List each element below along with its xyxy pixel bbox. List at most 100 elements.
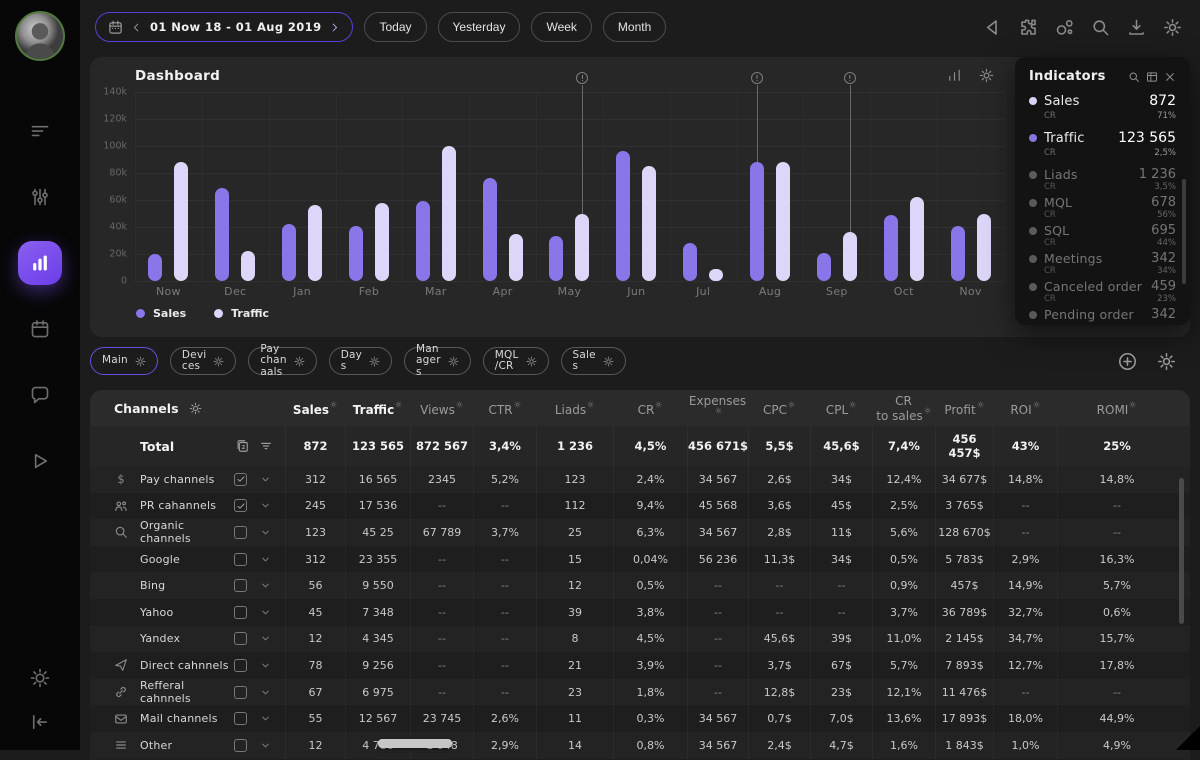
filter-chip-sales[interactable]: Sale s bbox=[561, 347, 626, 375]
chart-icon[interactable] bbox=[947, 68, 962, 83]
chevron-down-icon[interactable] bbox=[260, 633, 271, 644]
chevron-left-icon[interactable] bbox=[131, 22, 142, 33]
table-row[interactable]: PR cahannels24517 536----1129,4%45 5683,… bbox=[90, 493, 1190, 520]
bar-sales-mar[interactable] bbox=[416, 201, 430, 281]
filter-chip-devices[interactable]: Devi ces bbox=[170, 347, 236, 375]
yesterday-button[interactable]: Yesterday bbox=[438, 12, 521, 42]
close-icon[interactable] bbox=[1164, 71, 1176, 83]
column-header-sales[interactable]: Sales bbox=[285, 401, 345, 416]
gear-icon[interactable] bbox=[456, 401, 463, 408]
calendar-icon[interactable] bbox=[18, 307, 62, 351]
bar-traffic-oct[interactable] bbox=[910, 197, 924, 281]
copy-2-icon[interactable]: 2 bbox=[235, 439, 249, 453]
gear-icon[interactable] bbox=[924, 407, 931, 414]
row-checkbox[interactable] bbox=[234, 553, 247, 566]
gear-icon[interactable] bbox=[587, 401, 594, 408]
bar-traffic-dec[interactable] bbox=[241, 251, 255, 281]
column-header-cr-to-sales[interactable]: CRto sales bbox=[872, 395, 935, 422]
search-icon[interactable] bbox=[1091, 18, 1110, 37]
annotation-marker[interactable]: ! bbox=[850, 85, 851, 232]
table-row[interactable]: Yandex124 345----84,5%--45,6$39$11,0%2 1… bbox=[90, 626, 1190, 653]
gear-icon[interactable] bbox=[369, 356, 380, 367]
bar-traffic-jun[interactable] bbox=[642, 166, 656, 281]
bar-traffic-may[interactable] bbox=[575, 214, 589, 282]
grid-icon[interactable] bbox=[1146, 71, 1158, 83]
column-header-liads[interactable]: Liads bbox=[536, 401, 613, 416]
table-vertical-scrollbar[interactable] bbox=[1179, 478, 1184, 624]
bar-sales-oct[interactable] bbox=[884, 215, 898, 281]
table-row[interactable]: Google31223 355----150,04%56 23611,3$34$… bbox=[90, 546, 1190, 573]
indicator-item[interactable]: Canceled order459CR23% bbox=[1029, 279, 1176, 304]
row-checkbox[interactable] bbox=[234, 606, 247, 619]
back-icon[interactable] bbox=[983, 18, 1002, 37]
chevron-down-icon[interactable] bbox=[260, 474, 271, 485]
indicators-scrollbar[interactable] bbox=[1182, 179, 1186, 284]
bar-sales-may[interactable] bbox=[549, 236, 563, 281]
annotation-marker[interactable]: ! bbox=[757, 85, 758, 162]
table-row[interactable]: Organic channels12345 2567 7893,7%256,3%… bbox=[90, 519, 1190, 546]
row-checkbox[interactable] bbox=[234, 579, 247, 592]
table-total-row[interactable]: Total 2 872123 565872 5673,4%1 2364,5%45… bbox=[90, 426, 1190, 466]
row-checkbox[interactable] bbox=[234, 499, 247, 512]
chevron-down-icon[interactable] bbox=[260, 687, 271, 698]
gear-icon[interactable] bbox=[189, 402, 202, 415]
filter-chip-pay-chanaals[interactable]: Pay chan aals bbox=[248, 347, 316, 375]
gear-icon[interactable] bbox=[977, 401, 984, 408]
add-icon[interactable] bbox=[1118, 352, 1137, 371]
filter-chip-managers[interactable]: Man ager s bbox=[404, 347, 471, 375]
bar-traffic-apr[interactable] bbox=[509, 234, 523, 281]
filter-chip-main[interactable]: Main bbox=[90, 347, 158, 375]
indicator-item[interactable]: SQL695CR44% bbox=[1029, 223, 1176, 248]
gear-icon[interactable] bbox=[849, 401, 856, 408]
gear-icon[interactable] bbox=[514, 401, 521, 408]
bar-sales-aug[interactable] bbox=[750, 162, 764, 281]
annotation-alert-icon[interactable]: ! bbox=[751, 72, 763, 84]
indicator-item[interactable]: Sales872CR71% bbox=[1029, 93, 1176, 121]
filter-icon[interactable] bbox=[259, 439, 273, 453]
row-checkbox[interactable] bbox=[234, 712, 247, 725]
puzzle-icon[interactable] bbox=[1019, 18, 1038, 37]
column-header-ctr[interactable]: CTR bbox=[473, 401, 536, 416]
gear-icon[interactable] bbox=[1129, 401, 1136, 408]
bar-sales-jan[interactable] bbox=[282, 224, 296, 281]
indicator-item[interactable]: MQL678CR56% bbox=[1029, 195, 1176, 220]
gear-icon[interactable] bbox=[788, 401, 795, 408]
column-header-cpc[interactable]: CPC bbox=[748, 401, 810, 416]
settings-icon[interactable] bbox=[1157, 352, 1176, 371]
column-header-expenses[interactable]: Expenses bbox=[687, 395, 748, 422]
week-button[interactable]: Week bbox=[531, 12, 591, 42]
table-row[interactable]: Direct cahnnels789 256----213,9%--3,7$67… bbox=[90, 652, 1190, 679]
row-checkbox[interactable] bbox=[234, 473, 247, 486]
table-horizontal-scrollbar[interactable] bbox=[378, 739, 452, 748]
annotation-alert-icon[interactable]: ! bbox=[844, 72, 856, 84]
dashboard-icon[interactable] bbox=[18, 241, 62, 285]
gear-icon[interactable] bbox=[213, 356, 224, 367]
chevron-down-icon[interactable] bbox=[260, 580, 271, 591]
indicator-item[interactable]: Liads1 236CR3,5% bbox=[1029, 167, 1176, 192]
gear-icon[interactable] bbox=[330, 401, 337, 408]
annotation-alert-icon[interactable]: ! bbox=[576, 72, 588, 84]
chevron-down-icon[interactable] bbox=[260, 527, 271, 538]
download-icon[interactable] bbox=[1127, 18, 1146, 37]
bar-traffic-nov[interactable] bbox=[977, 214, 991, 282]
chevron-down-icon[interactable] bbox=[260, 500, 271, 511]
chevron-down-icon[interactable] bbox=[260, 607, 271, 618]
bar-traffic-aug[interactable] bbox=[776, 162, 790, 281]
column-header-romi[interactable]: ROMI bbox=[1057, 401, 1176, 416]
bar-sales-sep[interactable] bbox=[817, 253, 831, 281]
gear-icon[interactable] bbox=[448, 356, 459, 367]
gear-icon[interactable] bbox=[395, 401, 402, 408]
bar-sales-feb[interactable] bbox=[349, 226, 363, 281]
chevron-down-icon[interactable] bbox=[260, 554, 271, 565]
bar-sales-now[interactable] bbox=[148, 254, 162, 281]
gear-icon[interactable] bbox=[715, 407, 722, 414]
today-button[interactable]: Today bbox=[364, 12, 426, 42]
bar-sales-dec[interactable] bbox=[215, 188, 229, 281]
settings-icon[interactable] bbox=[1163, 18, 1182, 37]
avatar[interactable] bbox=[15, 11, 65, 61]
play-icon[interactable] bbox=[18, 439, 62, 483]
gear-icon[interactable] bbox=[294, 356, 305, 367]
date-range-picker[interactable]: 01 Now 18 - 01 Aug 2019 bbox=[95, 12, 353, 42]
table-row[interactable]: Mail channels5512 56723 7452,6%110,3%34 … bbox=[90, 705, 1190, 732]
sun-icon[interactable] bbox=[18, 656, 62, 700]
